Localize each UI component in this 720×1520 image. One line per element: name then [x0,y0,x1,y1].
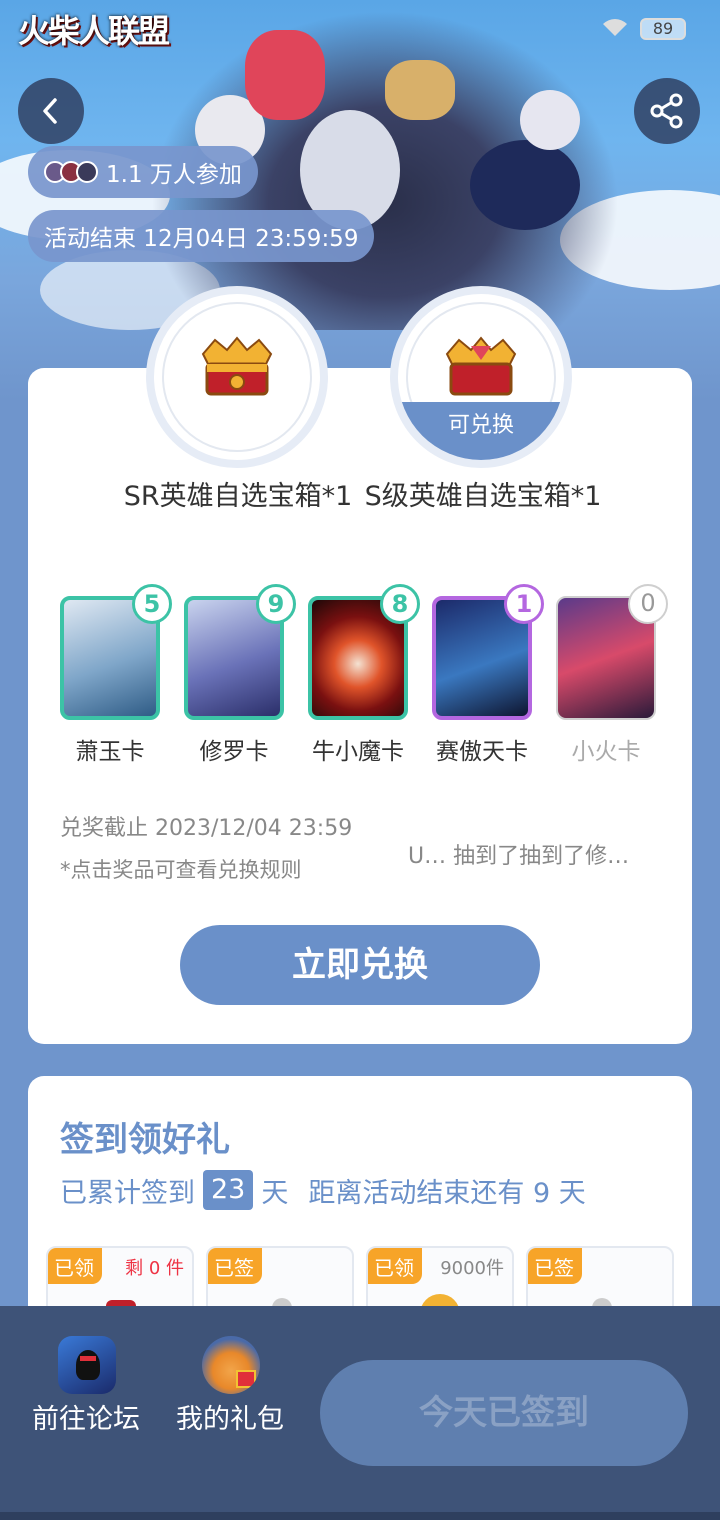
share-button[interactable] [634,78,700,144]
hero-card[interactable]: 1 赛傲天卡 [432,584,544,766]
hero-card-label: 牛小魔卡 [312,739,404,765]
bottom-strip [0,1512,720,1520]
claimed-tag: 已领 [368,1248,422,1284]
participant-avatars [44,161,98,183]
battery-indicator: 89 [640,18,686,40]
hero-card-label: 萧玉卡 [75,739,145,765]
share-icon [650,93,683,129]
reward-sr-chest[interactable] [146,286,328,468]
forum-link[interactable]: 前往论坛 [32,1336,162,1442]
winner-ticker: U… 抽到了抽到了修… [408,844,630,869]
participants-count: 1.1 万人参加 [106,162,242,188]
game-logo: 火柴人联盟 [18,12,170,50]
activity-end-time: 活动结束 12月04日 23:59:59 [28,210,375,262]
gifts-label: 我的礼包 [176,1404,284,1435]
hero-card[interactable]: 0 小火卡 [556,584,668,766]
hero-card-label: 小火卡 [571,739,641,765]
signin-unit: 天 [261,1177,289,1209]
participants-badge: 1.1 万人参加 [28,146,258,198]
reward-s-name: S级英雄自选宝箱*1 [364,481,602,512]
signin-summary: 已累计签到 23 天 距离活动结束还有 9 天 [60,1170,586,1210]
hero-card[interactable]: 9 修罗卡 [184,584,296,766]
hero-card-list: 5 萧玉卡 9 修罗卡 8 牛小魔卡 1 赛傲天卡 0 小火卡 [60,584,680,766]
exchange-deadline: 兑奖截止 2023/12/04 23:59 [60,816,353,841]
signed-tag: 已签 [208,1248,262,1284]
card-count-badge: 1 [504,584,544,624]
treasure-chest-icon [445,336,517,396]
wifi-icon [603,19,627,36]
exchange-rule-note: *点击奖品可查看兑换规则 [60,858,302,882]
my-gifts-link[interactable]: 我的礼包 [176,1336,306,1442]
signin-remaining: 距离活动结束还有 9 天 [308,1177,586,1209]
hero-card[interactable]: 8 牛小魔卡 [308,584,420,766]
forum-app-icon [58,1336,116,1394]
signin-days: 23 [203,1170,254,1210]
signed-tag: 已签 [528,1248,582,1284]
claimed-tag: 已领 [48,1248,102,1284]
hero-card-label: 赛傲天卡 [436,739,528,765]
activity-banner: 火柴人联盟 89 [0,0,720,400]
card-count-badge: 0 [628,584,668,624]
stock-count: 9000件 [440,1258,504,1279]
reward-s-chest[interactable]: 可兑换 [390,286,572,468]
stock-count: 剩 0 件 [125,1258,184,1279]
exchange-now-button[interactable]: 立即兑换 [180,925,540,1005]
card-count-badge: 9 [256,584,296,624]
redeemable-tag: 可兑换 [398,402,564,460]
signin-title: 签到领好礼 [60,1120,230,1160]
card-count-badge: 8 [380,584,420,624]
signin-prefix: 已累计签到 [60,1177,195,1209]
hero-card-label: 修罗卡 [199,739,269,765]
hero-card[interactable]: 5 萧玉卡 [60,584,172,766]
signed-today-button[interactable]: 今天已签到 [320,1360,688,1466]
end-time-text: 活动结束 12月04日 23:59:59 [44,226,359,252]
forum-label: 前往论坛 [32,1404,140,1435]
back-button[interactable] [18,78,84,144]
gift-pack-icon [202,1336,260,1394]
treasure-chest-icon [201,336,273,396]
chevron-left-icon [43,98,57,124]
reward-sr-name: SR英雄自选宝箱*1 [123,481,353,512]
card-count-badge: 5 [132,584,172,624]
